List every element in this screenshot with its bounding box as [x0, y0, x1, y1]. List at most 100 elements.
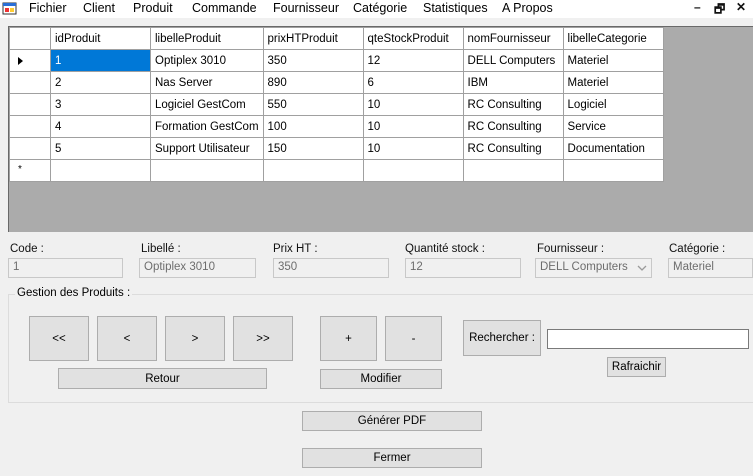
table-row[interactable]: 1 Optiplex 3010 350 12 DELL Computers Ma… [9, 49, 664, 72]
column-header-prixhtproduit[interactable]: prixHTProduit [262, 27, 364, 50]
grid-cell[interactable]: RC Consulting [462, 115, 564, 138]
menu-bar: Fichier Client Produit Commande Fourniss… [0, 0, 753, 18]
row-header[interactable] [9, 71, 51, 94]
grid-cell[interactable]: Materiel [562, 71, 664, 94]
grid-cell[interactable]: 4 [50, 115, 151, 138]
column-header-idproduit[interactable]: idProduit [50, 27, 151, 50]
add-button[interactable]: + [320, 316, 377, 361]
grid-cell[interactable]: IBM [462, 71, 564, 94]
grid-cell[interactable]: 6 [362, 71, 464, 94]
grid-cell[interactable] [362, 159, 464, 182]
fournisseur-selected-value: DELL Computers [540, 261, 628, 273]
gestion-produits-title: Gestion des Produits : [15, 287, 133, 299]
grid-cell[interactable]: 100 [262, 115, 364, 138]
menu-fichier[interactable]: Fichier [29, 1, 67, 15]
row-header[interactable] [9, 115, 51, 138]
quantite-stock-field[interactable]: 12 [405, 258, 521, 278]
prix-ht-field[interactable]: 350 [273, 258, 389, 278]
menu-statistiques[interactable]: Statistiques [423, 1, 488, 15]
grid-cell[interactable] [150, 159, 264, 182]
row-header[interactable] [9, 137, 51, 160]
fournisseur-select[interactable]: DELL Computers [535, 258, 652, 278]
column-header-libellecategorie[interactable]: libelleCategorie [562, 27, 664, 50]
grid-cell[interactable]: RC Consulting [462, 137, 564, 160]
menu-commande[interactable]: Commande [192, 1, 257, 15]
grid-cell[interactable] [262, 159, 364, 182]
app-window-icon[interactable] [2, 1, 17, 16]
grid-corner-header[interactable] [9, 27, 51, 50]
last-record-button[interactable]: >> [233, 316, 293, 361]
grid-cell[interactable]: DELL Computers [462, 49, 564, 72]
current-row-arrow-icon [18, 57, 23, 65]
row-header[interactable] [9, 49, 51, 72]
fournisseur-label: Fournisseur : [537, 243, 605, 255]
menu-client[interactable]: Client [83, 1, 115, 15]
grid-cell[interactable]: Support Utilisateur [150, 137, 264, 160]
chevron-down-icon[interactable] [635, 262, 649, 275]
next-record-button[interactable]: > [165, 316, 225, 361]
quantite-stock-label: Quantité stock : [405, 243, 485, 255]
menu-fournisseur[interactable]: Fournisseur [273, 1, 339, 15]
grid-cell[interactable]: Service [562, 115, 664, 138]
grid-cell[interactable]: Logiciel GestCom [150, 93, 264, 116]
libelle-field[interactable]: Optiplex 3010 [139, 258, 256, 278]
table-row[interactable]: 4 Formation GestCom 100 10 RC Consulting… [9, 115, 664, 138]
column-header-libelleproduit[interactable]: libelleProduit [150, 27, 264, 50]
categorie-select[interactable]: Materiel [668, 258, 753, 278]
grid-cell[interactable]: 3 [50, 93, 151, 116]
table-row[interactable]: 5 Support Utilisateur 150 10 RC Consulti… [9, 137, 664, 160]
grid-cell[interactable]: 10 [362, 93, 464, 116]
modifier-button[interactable]: Modifier [320, 369, 442, 389]
restore-button[interactable]: 🗗 [714, 0, 725, 21]
previous-record-button[interactable]: < [97, 316, 157, 361]
remove-button[interactable]: - [385, 316, 442, 361]
fermer-button[interactable]: Fermer [302, 448, 482, 468]
grid-header-row: idProduit libelleProduit prixHTProduit q… [9, 27, 664, 50]
grid-cell[interactable] [562, 159, 664, 182]
categorie-selected-value: Materiel [673, 261, 714, 273]
grid-cell[interactable]: 150 [262, 137, 364, 160]
retour-button[interactable]: Retour [58, 368, 267, 389]
grid-cell[interactable]: 10 [362, 115, 464, 138]
grid-cell[interactable]: 1 [50, 49, 151, 72]
grid-cell[interactable]: 350 [262, 49, 364, 72]
grid-cell[interactable]: 550 [262, 93, 364, 116]
grid-cell[interactable]: 2 [50, 71, 151, 94]
grid-cell[interactable]: Formation GestCom [150, 115, 264, 138]
column-header-nomfournisseur[interactable]: nomFournisseur [462, 27, 564, 50]
code-field[interactable]: 1 [8, 258, 123, 278]
row-header[interactable]: * [9, 159, 51, 182]
column-header-qtestockproduit[interactable]: qteStockProduit [362, 27, 464, 50]
grid-cell[interactable]: Documentation [562, 137, 664, 160]
grid-cell[interactable]: 890 [262, 71, 364, 94]
minimize-button[interactable]: – [694, 0, 701, 14]
grid-cell[interactable] [50, 159, 151, 182]
search-input[interactable] [547, 329, 749, 349]
rafraichir-button[interactable]: Rafraichir [607, 357, 666, 377]
libelle-label: Libellé : [141, 243, 181, 255]
grid-cell[interactable]: 12 [362, 49, 464, 72]
menu-produit[interactable]: Produit [133, 1, 173, 15]
grid-cell[interactable]: RC Consulting [462, 93, 564, 116]
grid-cell[interactable]: Nas Server [150, 71, 264, 94]
new-row-star-icon: * [18, 164, 22, 175]
grid-cell[interactable]: 10 [362, 137, 464, 160]
generer-pdf-button[interactable]: Générer PDF [302, 411, 482, 431]
menu-categorie[interactable]: Catégorie [353, 1, 407, 15]
menu-a-propos[interactable]: A Propos [502, 1, 553, 15]
new-row[interactable]: * [9, 159, 664, 182]
rechercher-button[interactable]: Rechercher : [463, 320, 541, 356]
grid-cell[interactable] [462, 159, 564, 182]
row-header[interactable] [9, 93, 51, 116]
close-window-button[interactable]: ✕ [736, 0, 746, 14]
first-record-button[interactable]: << [29, 316, 89, 361]
table-row[interactable]: 3 Logiciel GestCom 550 10 RC Consulting … [9, 93, 664, 116]
prix-ht-label: Prix HT : [273, 243, 318, 255]
products-datagrid[interactable]: idProduit libelleProduit prixHTProduit q… [8, 26, 753, 232]
products-table: idProduit libelleProduit prixHTProduit q… [9, 27, 664, 182]
table-row[interactable]: 2 Nas Server 890 6 IBM Materiel [9, 71, 664, 94]
grid-cell[interactable]: 5 [50, 137, 151, 160]
grid-cell[interactable]: Materiel [562, 49, 664, 72]
grid-cell[interactable]: Logiciel [562, 93, 664, 116]
grid-cell[interactable]: Optiplex 3010 [150, 49, 264, 72]
